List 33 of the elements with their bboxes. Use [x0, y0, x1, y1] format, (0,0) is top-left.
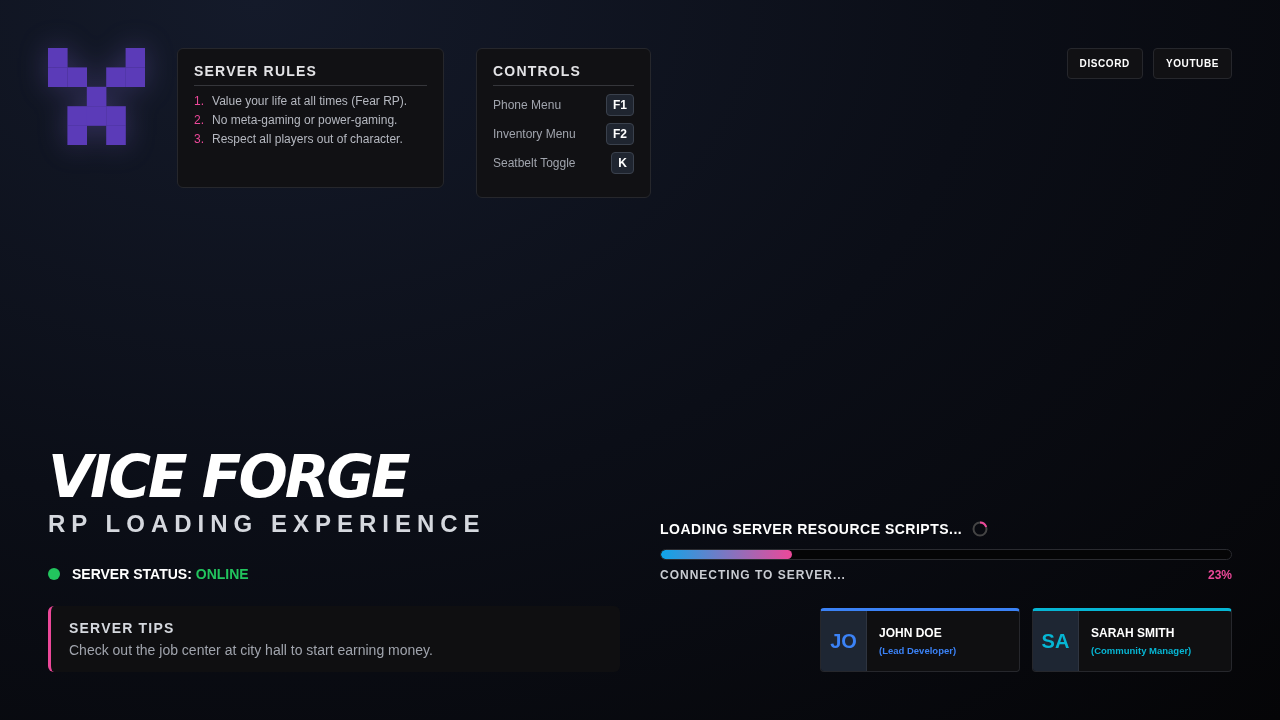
loading-percent: 23% — [1207, 568, 1232, 582]
card-title: SERVER RULES — [194, 63, 427, 86]
staff-role: (Lead Developer) — [879, 645, 957, 656]
staff-role: (Community Manager) — [1091, 645, 1192, 656]
loading-message: LOADING SERVER RESOURCE SCRIPTS... — [660, 521, 963, 537]
key-cap: F1 — [606, 94, 634, 116]
loading-stage: CONNECTING TO SERVER... — [660, 568, 846, 582]
control-label: Seatbelt Toggle — [493, 156, 576, 170]
link-button[interactable]: YOUTUBE — [1152, 48, 1232, 79]
spinner-icon — [972, 521, 989, 537]
status-label: SERVER STATUS: — [72, 566, 192, 582]
rule-number: 3. — [194, 132, 204, 146]
staff-name: SARAH SMITH — [1091, 626, 1176, 640]
server-subtitle: RP LOADING EXPERIENCE — [48, 510, 487, 538]
key-cap: K — [611, 152, 634, 174]
tips-title: SERVER TIPS — [69, 620, 176, 636]
logo-icon — [48, 48, 145, 145]
staff-name: JOHN DOE — [879, 626, 943, 640]
rule-number: 1. — [194, 94, 204, 108]
key-cap: F2 — [606, 123, 634, 145]
staff-initials: JO — [821, 611, 867, 671]
staff-initials: SA — [1033, 611, 1079, 671]
control-label: Phone Menu — [493, 98, 562, 112]
rule-text: No meta-gaming or power-gaming. — [212, 113, 398, 127]
card-title: CONTROLS — [493, 63, 634, 86]
rule-text: Value your life at all times (Fear RP). — [212, 94, 408, 108]
rule-text: Respect all players out of character. — [212, 132, 403, 146]
rule-number: 2. — [194, 113, 204, 127]
tips-text: Check out the job center at city hall to start earning money. — [69, 642, 434, 658]
server-title: VICE FORGE — [48, 446, 410, 508]
control-label: Inventory Menu — [493, 127, 576, 141]
link-button[interactable]: DISCORD — [1066, 48, 1143, 79]
status-value: ONLINE — [195, 566, 249, 582]
